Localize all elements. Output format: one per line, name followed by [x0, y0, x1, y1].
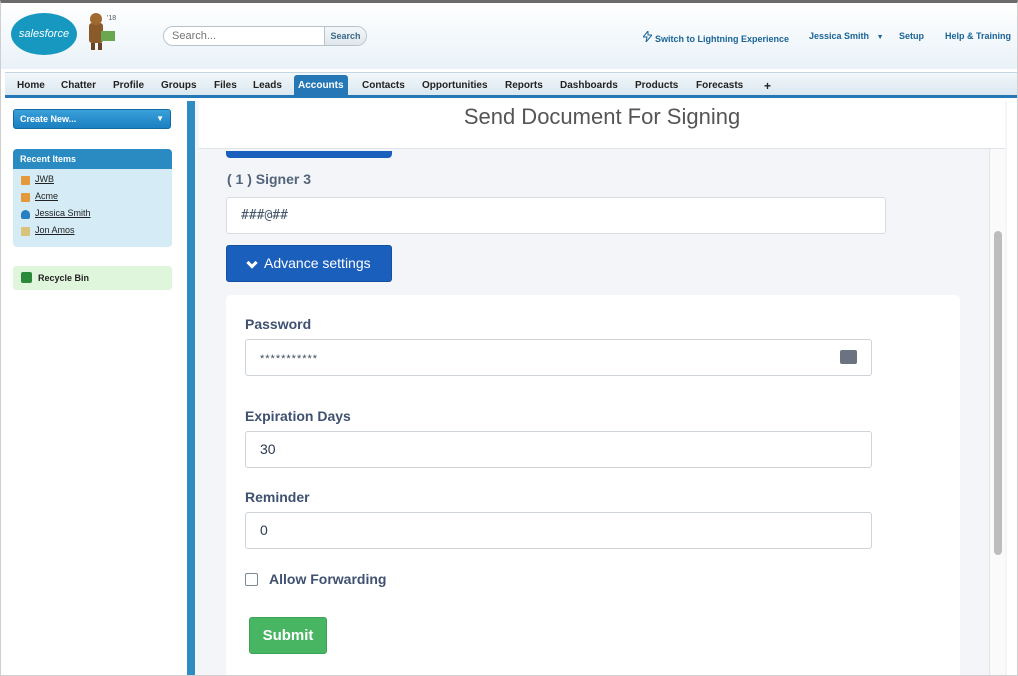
switch-lightning-label: Switch to Lightning Experience	[655, 34, 790, 44]
recent-item-label: Jon Amos	[35, 225, 75, 235]
tab-bar: Home Chatter Profile Groups Files Leads …	[5, 72, 1017, 98]
allow-forwarding-checkbox[interactable]	[245, 573, 258, 586]
account-icon	[21, 176, 30, 186]
switch-lightning-link[interactable]: Switch to Lightning Experience	[641, 29, 790, 44]
recent-item-label: JWB	[35, 174, 54, 184]
global-header: salesforce '18 Search Switch to Lightnin…	[1, 3, 1017, 69]
tab-contacts[interactable]: Contacts	[358, 77, 409, 97]
password-value: ***********	[260, 353, 319, 365]
form-scroll-area: ( 1 ) Signer 3 ###@## Advance settings P…	[199, 149, 989, 675]
recent-items-title: Recent Items	[13, 149, 172, 169]
sidebar-collapse-handle[interactable]	[187, 101, 195, 675]
recent-item-jon-amos[interactable]: Jon Amos	[21, 225, 75, 240]
previous-section-button[interactable]	[226, 151, 392, 158]
setup-link[interactable]: Setup	[899, 31, 924, 41]
recent-item-jwb[interactable]: JWB	[21, 174, 54, 189]
reminder-label: Reminder	[245, 489, 310, 505]
reminder-field[interactable]: 0	[245, 512, 872, 549]
tab-forecasts[interactable]: Forecasts	[692, 77, 747, 97]
tab-groups[interactable]: Groups	[157, 77, 201, 97]
signer-email-field[interactable]: ###@##	[226, 197, 886, 234]
scrollbar-thumb[interactable]	[994, 231, 1002, 555]
account-icon	[21, 193, 30, 203]
signer-label: ( 1 ) Signer 3	[227, 171, 312, 187]
recent-item-label: Jessica Smith	[35, 208, 91, 218]
global-search: Search	[163, 26, 367, 46]
password-field[interactable]: ***********	[245, 339, 872, 385]
tab-reports[interactable]: Reports	[501, 77, 547, 97]
recent-item-label: Acme	[35, 191, 59, 201]
tab-chatter[interactable]: Chatter	[57, 77, 100, 97]
user-menu[interactable]: Jessica Smith ▼	[809, 31, 884, 41]
help-training-link[interactable]: Help & Training	[945, 31, 1011, 41]
expiration-days-label: Expiration Days	[245, 408, 351, 424]
mascot-icon: '18	[85, 11, 121, 51]
contact-icon	[21, 227, 30, 237]
tab-leads[interactable]: Leads	[249, 77, 286, 97]
browser-frame: salesforce '18 Search Switch to Lightnin…	[0, 0, 1018, 676]
recent-items-panel: Recent Items JWB Acme Jessica Smith Jon …	[13, 149, 172, 247]
sidebar: Create New... ▼ Recent Items JWB Acme Je…	[5, 101, 187, 675]
password-label: Password	[245, 316, 312, 332]
recycle-bin-icon	[21, 272, 32, 284]
user-menu-label: Jessica Smith	[809, 31, 870, 41]
tab-files[interactable]: Files	[210, 77, 241, 97]
lightning-bolt-icon	[641, 29, 654, 44]
advance-settings-button[interactable]: Advance settings	[226, 245, 392, 282]
create-new-dropdown[interactable]: Create New... ▼	[13, 109, 171, 129]
password-manager-icon[interactable]	[840, 350, 857, 385]
tab-home[interactable]: Home	[13, 77, 49, 97]
tab-dashboards[interactable]: Dashboards	[556, 77, 622, 97]
search-button[interactable]: Search	[324, 27, 366, 45]
create-new-label: Create New...	[20, 114, 77, 124]
recent-item-acme[interactable]: Acme	[21, 191, 59, 206]
tab-profile[interactable]: Profile	[109, 77, 148, 97]
search-input[interactable]	[164, 27, 324, 45]
vertical-scrollbar[interactable]	[989, 149, 1005, 675]
add-tab-button[interactable]: +	[760, 77, 775, 97]
expiration-days-field[interactable]: 30	[245, 431, 872, 468]
recent-item-jessica-smith[interactable]: Jessica Smith	[21, 208, 91, 223]
recycle-bin-label: Recycle Bin	[38, 273, 90, 283]
mascot-badge: '18	[107, 15, 116, 22]
page-header: Send Document For Signing	[199, 101, 1005, 149]
chevron-down-icon	[246, 257, 258, 269]
tab-products[interactable]: Products	[631, 77, 682, 97]
recycle-bin-link[interactable]: Recycle Bin	[13, 266, 172, 290]
submit-button[interactable]: Submit	[249, 617, 327, 654]
chevron-down-icon: ▼	[876, 34, 884, 41]
user-icon	[21, 210, 30, 220]
salesforce-logo[interactable]: salesforce	[11, 13, 77, 55]
allow-forwarding-label[interactable]: Allow Forwarding	[269, 571, 386, 587]
advance-settings-label: Advance settings	[264, 255, 371, 271]
chevron-down-icon: ▼	[156, 114, 164, 123]
advance-settings-panel: Password *********** Expiration Days 30 …	[226, 295, 960, 675]
page-title: Send Document For Signing	[463, 104, 741, 129]
tab-accounts[interactable]: Accounts	[294, 75, 348, 97]
main-content: Send Document For Signing ( 1 ) Signer 3…	[195, 101, 1007, 675]
tab-opportunities[interactable]: Opportunities	[418, 77, 492, 97]
